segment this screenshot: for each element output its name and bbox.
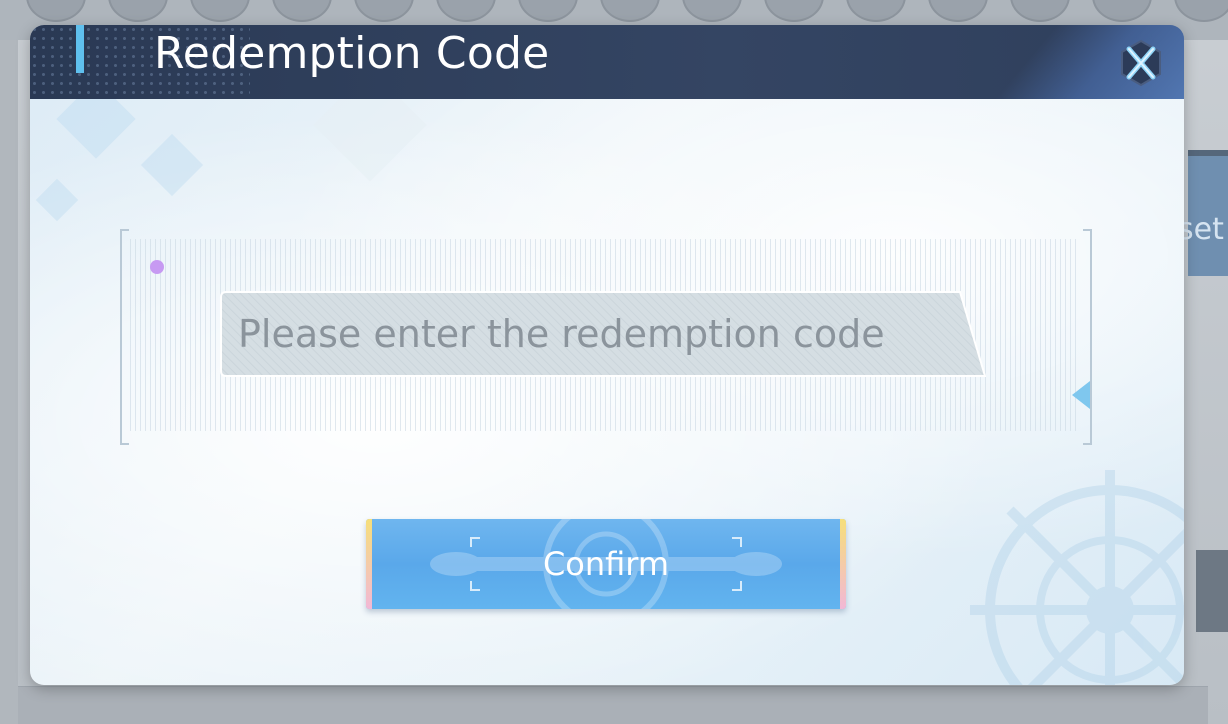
arrow-marker-icon — [1072, 381, 1090, 409]
background-slot — [272, 0, 332, 22]
background-slot — [190, 0, 250, 22]
purple-dot-decoration — [150, 260, 164, 274]
background-slot — [846, 0, 906, 22]
background-frame-left — [0, 40, 18, 724]
background-slot — [354, 0, 414, 22]
close-button[interactable] — [1116, 38, 1166, 88]
background-slot — [1010, 0, 1070, 22]
confirm-button[interactable]: Confirm — [366, 519, 846, 609]
background-slot — [928, 0, 988, 22]
background-slot — [682, 0, 742, 22]
background-slot — [26, 0, 86, 22]
confirm-button-label: Confirm — [542, 545, 670, 583]
background-slot — [436, 0, 496, 22]
background-side-block — [1196, 550, 1228, 632]
redemption-code-input[interactable] — [238, 303, 938, 365]
close-x-icon — [1121, 39, 1161, 87]
decor-diamond — [35, 178, 79, 222]
code-input-container[interactable] — [220, 291, 986, 377]
frame-bracket-left — [120, 229, 129, 445]
dialog-title-bar: Redemption Code — [30, 25, 1184, 99]
background-slot — [600, 0, 660, 22]
background-side-button-label: set — [1178, 212, 1224, 247]
background-slot — [1174, 0, 1228, 22]
redemption-code-dialog: Redemption Code Please enter the redempt… — [30, 25, 1184, 685]
background-slot — [764, 0, 824, 22]
frame-bracket-right — [1083, 229, 1092, 445]
background-frame-bottom — [18, 686, 1208, 724]
background-slot — [1092, 0, 1152, 22]
dialog-title: Redemption Code — [154, 28, 550, 79]
background-slot — [518, 0, 578, 22]
decor-diamond — [140, 133, 204, 197]
background-slot — [108, 0, 168, 22]
title-accent-bar — [76, 25, 84, 73]
ship-wheel-decoration — [970, 470, 1184, 685]
